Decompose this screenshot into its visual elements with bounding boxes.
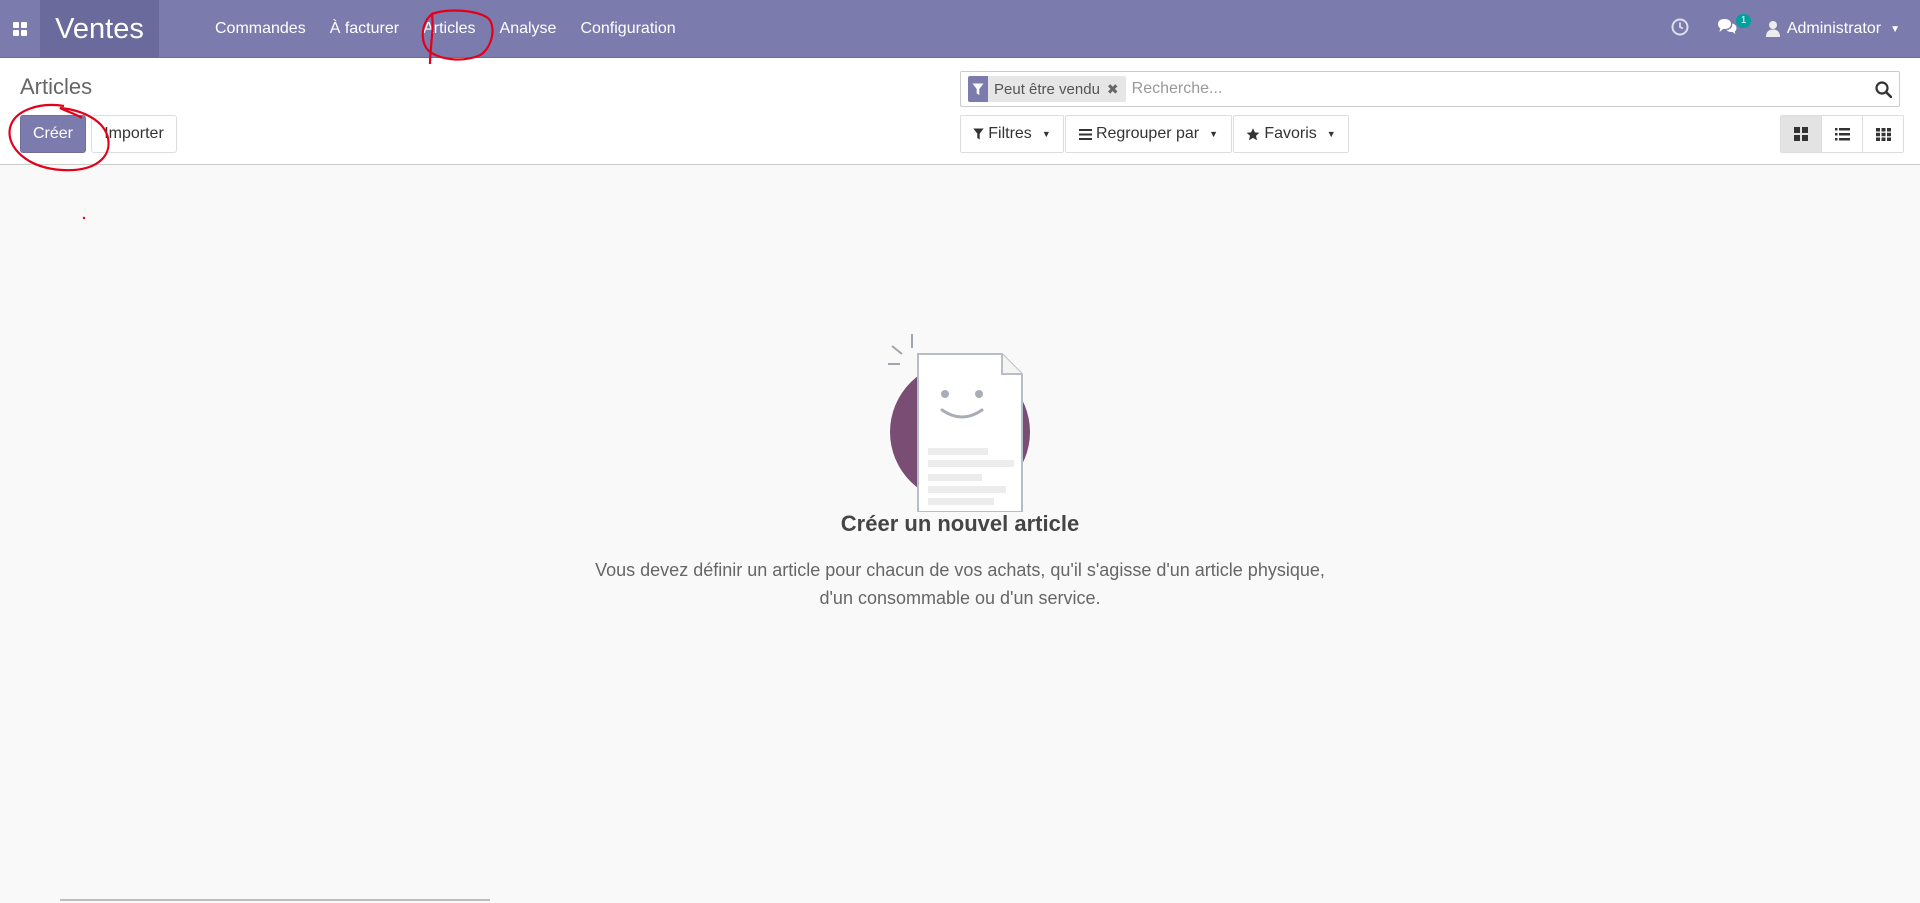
chat-icon bbox=[1717, 19, 1737, 34]
search-icon bbox=[1874, 80, 1892, 98]
favorites-dropdown[interactable]: Favoris ▼ bbox=[1233, 115, 1349, 153]
favorites-label: Favoris bbox=[1264, 125, 1317, 142]
systray: 1 Administrator ▼ bbox=[1671, 0, 1920, 58]
groupby-dropdown[interactable]: Regrouper par ▼ bbox=[1065, 115, 1232, 153]
menu-item-a-facturer[interactable]: À facturer bbox=[318, 0, 411, 58]
main-menu: Commandes À facturer Articles Analyse Co… bbox=[203, 0, 688, 58]
user-icon bbox=[1765, 21, 1780, 37]
kanban-icon bbox=[1794, 127, 1808, 141]
top-navbar: Ventes Commandes À facturer Articles Ana… bbox=[0, 0, 1920, 58]
menu-item-configuration[interactable]: Configuration bbox=[568, 0, 687, 58]
control-panel: Articles Créer Importer Peut être vendu … bbox=[0, 58, 1920, 165]
filters-label: Filtres bbox=[988, 125, 1032, 142]
app-brand[interactable]: Ventes bbox=[40, 0, 159, 58]
kanban-view-button[interactable] bbox=[1781, 116, 1822, 152]
messaging-button[interactable]: 1 bbox=[1717, 14, 1752, 40]
view-switcher bbox=[1780, 115, 1904, 153]
facet-label: Peut être vendu bbox=[994, 80, 1100, 98]
search-facet: Peut être vendu ✖ bbox=[968, 76, 1126, 102]
pivot-view-button[interactable] bbox=[1863, 116, 1903, 152]
user-name: Administrator bbox=[1786, 20, 1882, 37]
clock-icon bbox=[1671, 18, 1689, 35]
th-icon bbox=[1875, 127, 1891, 141]
search-bar: Peut être vendu ✖ bbox=[960, 71, 1900, 107]
apps-icon bbox=[13, 22, 27, 36]
caret-down-icon: ▼ bbox=[1041, 129, 1051, 139]
user-menu[interactable]: Administrator ▼ bbox=[1765, 20, 1900, 38]
menu-item-analyse[interactable]: Analyse bbox=[488, 0, 569, 58]
search-button[interactable] bbox=[1867, 80, 1899, 98]
empty-state-title: Créer un nouvel article bbox=[840, 511, 1080, 536]
create-button[interactable]: Créer bbox=[20, 115, 86, 153]
bars-icon bbox=[1078, 128, 1092, 140]
smiling-document-icon bbox=[888, 334, 1030, 512]
menu-item-articles[interactable]: Articles bbox=[411, 0, 487, 58]
empty-state: Créer un nouvel article Vous devez défin… bbox=[0, 165, 1920, 903]
list-icon bbox=[1834, 127, 1850, 140]
apps-menu-button[interactable] bbox=[0, 0, 40, 58]
caret-down-icon: ▼ bbox=[1326, 129, 1336, 139]
activity-button[interactable] bbox=[1671, 18, 1689, 41]
empty-state-help: Vous devez définir un article pour chacu… bbox=[560, 556, 1360, 612]
filter-icon bbox=[973, 128, 984, 140]
filter-icon bbox=[968, 76, 988, 102]
caret-down-icon: ▼ bbox=[1209, 129, 1219, 139]
empty-state-line-2: d'un consommable ou d'un service. bbox=[819, 588, 1101, 608]
chevron-down-icon: ▼ bbox=[1890, 23, 1900, 35]
search-input[interactable] bbox=[1129, 79, 1867, 99]
remove-facet-icon[interactable]: ✖ bbox=[1107, 81, 1126, 98]
groupby-label: Regrouper par bbox=[1095, 125, 1200, 142]
messages-badge: 1 bbox=[1735, 14, 1752, 28]
empty-state-line-1: Vous devez définir un article pour chacu… bbox=[595, 560, 1325, 580]
page-title: Articles bbox=[20, 74, 93, 99]
import-button[interactable]: Importer bbox=[91, 115, 177, 153]
list-view-button[interactable] bbox=[1822, 116, 1863, 152]
horizontal-scrollbar[interactable] bbox=[60, 899, 490, 901]
menu-item-commandes[interactable]: Commandes bbox=[203, 0, 318, 58]
filters-dropdown[interactable]: Filtres ▼ bbox=[960, 115, 1064, 153]
star-icon bbox=[1246, 127, 1260, 141]
